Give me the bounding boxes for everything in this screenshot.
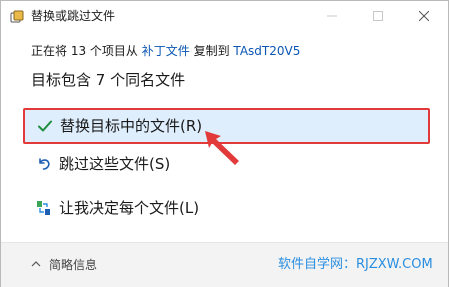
chevron-up-icon[interactable] [31,260,41,267]
fewer-details-toggle[interactable]: 简略信息 [49,258,97,272]
replace-or-skip-dialog: 替换或跳过文件 正在将 13 个项目从 补丁文件 复制到 TAsdT20V5 目… [0,0,449,287]
skip-arrow-icon [36,156,52,172]
decide-each-file-label: 让我决定每个文件(L) [59,199,200,217]
copy-status-line: 正在将 13 个项目从 补丁文件 复制到 TAsdT20V5 [31,44,300,58]
conflict-heading: 目标包含 7 个同名文件 [31,71,186,89]
folder-copy-icon [10,9,24,23]
maximize-icon [373,11,383,21]
title-bar: 替换或跳过文件 [1,1,448,33]
replace-files-label: 替换目标中的文件(R) [60,117,203,135]
checkmark-icon [37,118,53,134]
source-folder-link[interactable]: 补丁文件 [142,44,190,58]
minimize-button[interactable] [309,1,355,31]
annotation-arrow-icon [205,131,239,165]
close-icon [419,11,429,21]
close-button[interactable] [401,1,447,31]
maximize-button[interactable] [355,1,401,31]
skip-files-label: 跳过这些文件(S) [59,155,171,173]
dialog-footer: 简略信息 软件自学网：RJZXW.COM [1,242,448,287]
minimize-icon [327,15,337,17]
destination-folder-link[interactable]: TAsdT20V5 [233,44,300,58]
decide-files-icon [36,200,52,216]
window-title: 替换或跳过文件 [31,9,116,23]
watermark-text: 软件自学网：RJZXW.COM [278,257,433,272]
decide-each-file-option[interactable]: 让我决定每个文件(L) [23,191,430,227]
status-prefix: 正在将 13 个项目从 [31,44,138,58]
status-middle: 复制到 [193,44,230,58]
